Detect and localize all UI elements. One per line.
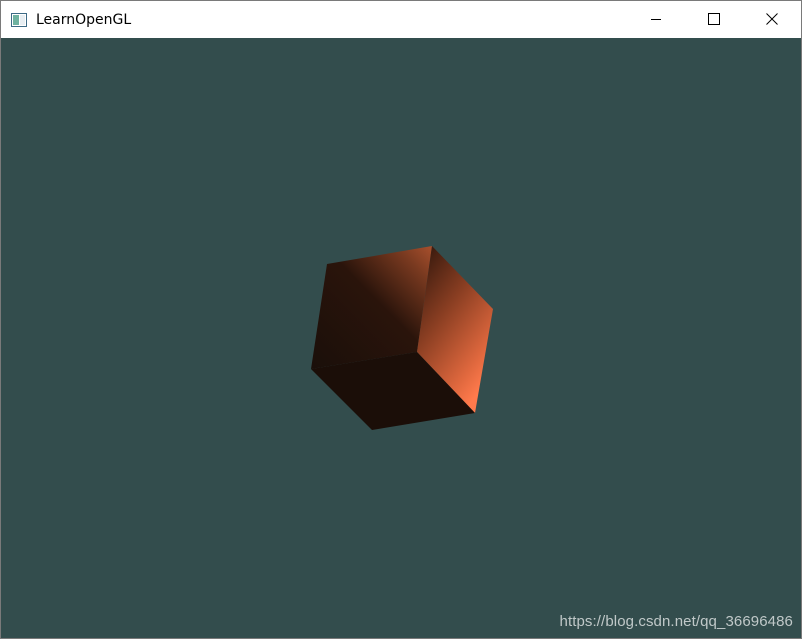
maximize-icon: [708, 10, 720, 29]
lit-cube: [311, 246, 493, 430]
watermark-text: https://blog.csdn.net/qq_36696486: [559, 613, 793, 630]
cube-face-left: [311, 246, 432, 369]
app-window: LearnOpenGL https://blog.csdn.net/qq_366…: [0, 0, 802, 639]
close-button[interactable]: [743, 1, 801, 38]
minimize-icon: [650, 10, 662, 29]
minimize-button[interactable]: [627, 1, 685, 38]
window-title: LearnOpenGL: [36, 12, 132, 28]
window-app-icon: [11, 12, 27, 27]
scene-canvas: [311, 246, 493, 430]
title-bar[interactable]: LearnOpenGL: [1, 1, 801, 38]
close-icon: [766, 10, 778, 29]
opengl-viewport[interactable]: https://blog.csdn.net/qq_36696486: [1, 38, 801, 638]
maximize-button[interactable]: [685, 1, 743, 38]
